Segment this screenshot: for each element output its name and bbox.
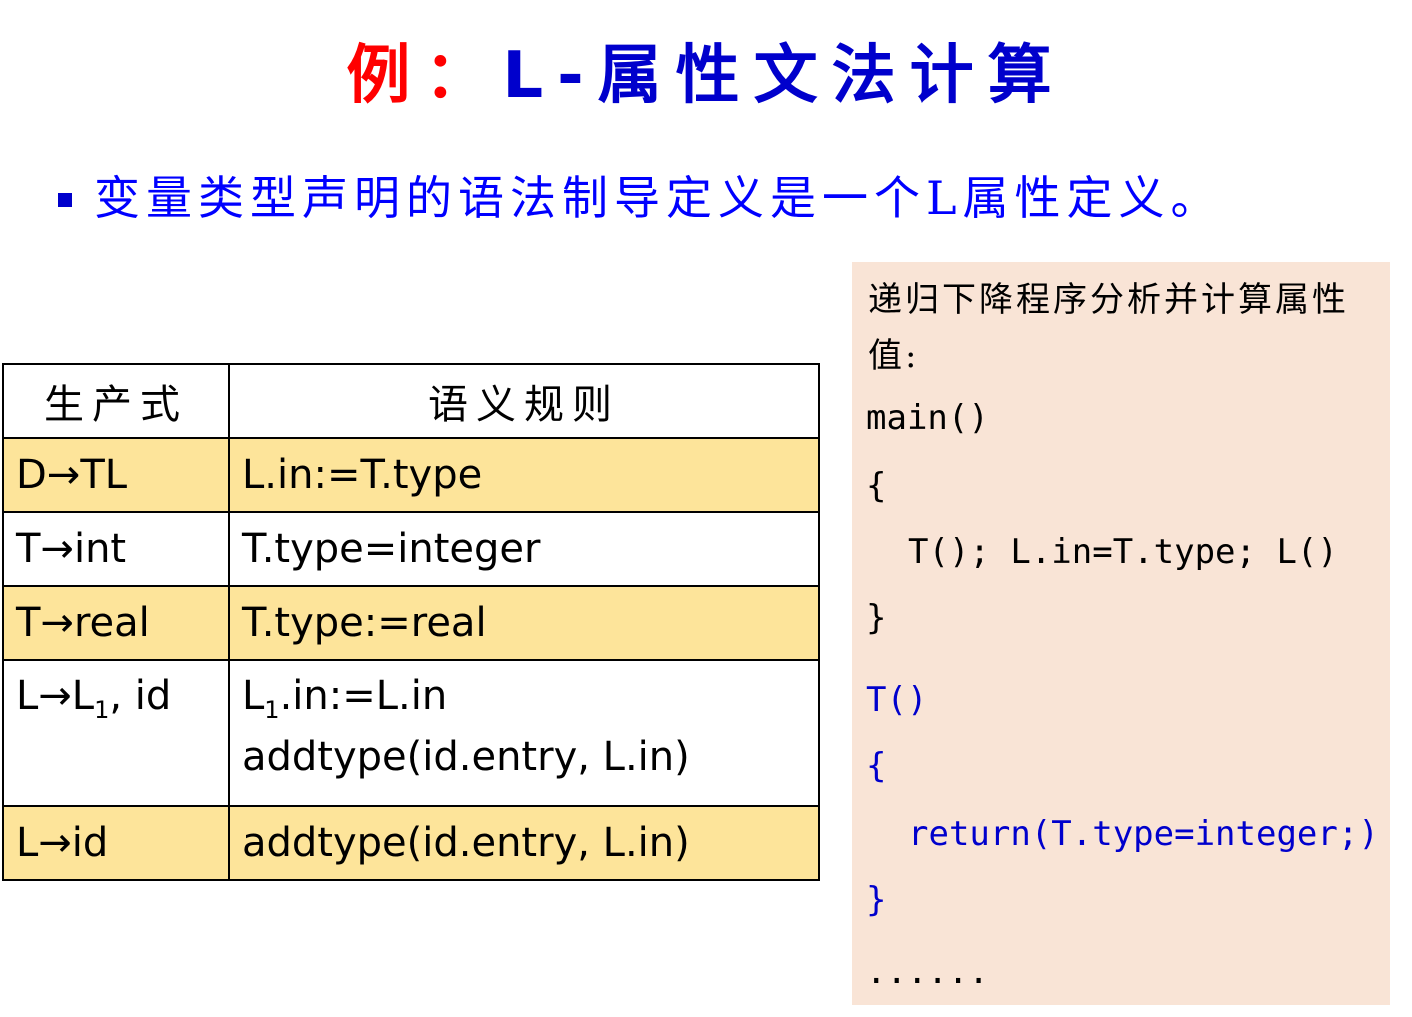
- production-cell: T→real: [2, 585, 230, 661]
- production-post: , id: [109, 673, 172, 719]
- code-line: }: [866, 880, 887, 920]
- table-header-row: 生产式 语义规则: [2, 363, 820, 439]
- production-cell: D→TL: [2, 437, 230, 513]
- table-row: D→TL L.in:=T.type: [2, 437, 820, 513]
- table-row: L→L1, id L1.in:=L.in addtype(id.entry, L…: [2, 659, 820, 807]
- table-row: T→real T.type:=real: [2, 585, 820, 661]
- production-cell: L→id: [2, 805, 230, 881]
- code-panel: 递归下降程序分析并计算属性值: main() { T(); L.in=T.typ…: [852, 262, 1390, 1005]
- rule-cell: L.in:=T.type: [228, 437, 820, 513]
- bullet-text: 变量类型声明的语法制导定义是一个L属性定义。: [94, 171, 1223, 225]
- rule-cell: T.type:=real: [228, 585, 820, 661]
- production-subscript: 1: [94, 696, 110, 724]
- code-panel-header: 递归下降程序分析并计算属性值:: [868, 280, 1349, 376]
- table-row: T→int T.type=integer: [2, 511, 820, 587]
- rule-line-2: addtype(id.entry, L.in): [242, 734, 690, 780]
- rule-line1-post: .in:=L.in: [279, 673, 448, 719]
- grammar-table: 生产式 语义规则 D→TL L.in:=T.type T→int T.type=…: [2, 363, 820, 881]
- code-line: {: [866, 746, 887, 786]
- rule-cell: addtype(id.entry, L.in): [228, 805, 820, 881]
- code-line: main(): [866, 398, 989, 438]
- code-line: {: [866, 466, 887, 506]
- production-cell: T→int: [2, 511, 230, 587]
- title-main: L-属性文法计算: [502, 39, 1066, 113]
- code-line: T(); L.in=T.type; L(): [908, 532, 1338, 572]
- production-pre: L→L: [16, 673, 95, 719]
- slide-title: 例：L-属性文法计算: [0, 38, 1412, 115]
- rule-cell: L1.in:=L.in addtype(id.entry, L.in): [228, 659, 820, 807]
- production-cell: L→L1, id: [2, 659, 230, 807]
- code-line: T(): [866, 680, 928, 720]
- rule-line1-subscript: 1: [264, 696, 280, 724]
- rule-line-1: L1.in:=L.in: [242, 673, 806, 724]
- code-line: return(T.type=integer;): [908, 814, 1379, 854]
- table-row: L→id addtype(id.entry, L.in): [2, 805, 820, 881]
- rule-cell: T.type=integer: [228, 511, 820, 587]
- square-bullet-icon: [58, 193, 72, 207]
- code-line: }: [866, 598, 887, 638]
- rule-line1-pre: L: [242, 673, 265, 719]
- bullet-point: 变量类型声明的语法制导定义是一个L属性定义。: [58, 165, 1223, 225]
- code-line: ......: [866, 952, 989, 992]
- header-semantic-rule: 语义规则: [228, 363, 820, 439]
- title-prefix: 例：: [346, 39, 503, 113]
- header-production: 生产式: [2, 363, 230, 439]
